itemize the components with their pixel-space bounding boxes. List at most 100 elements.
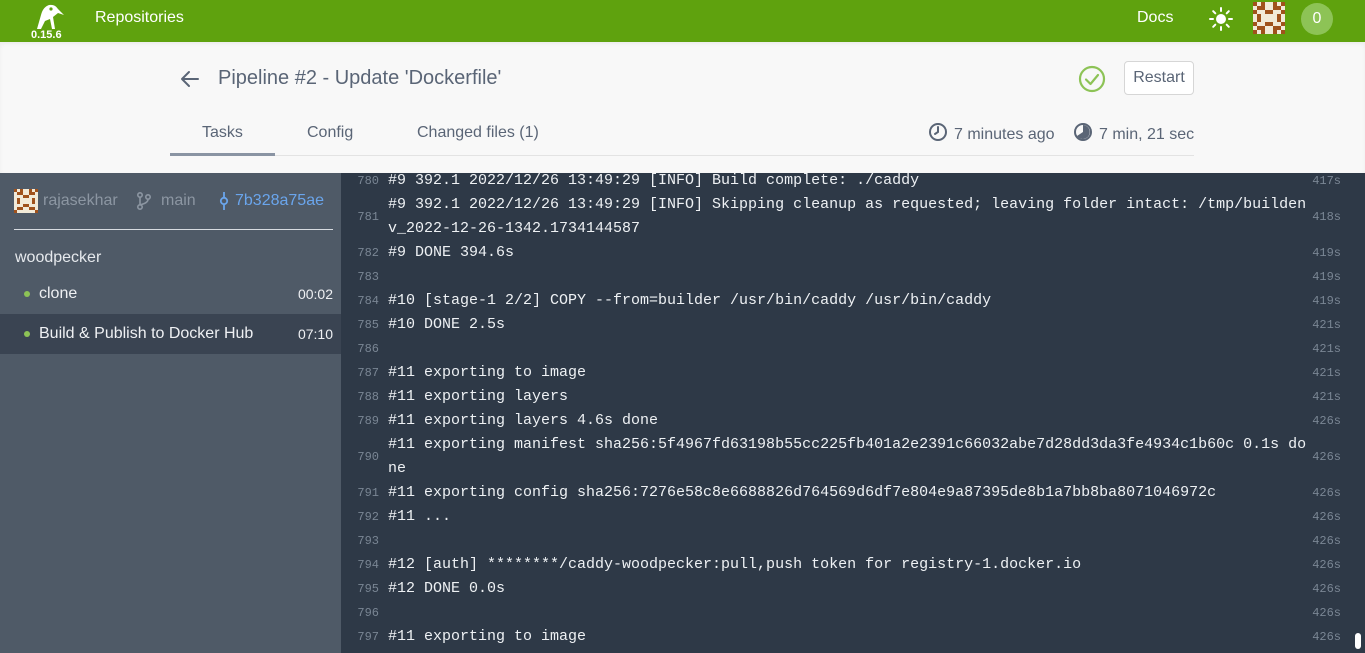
log-line: 780 #9 392.1 2022/12/26 13:49:29 [INFO] B… (341, 173, 1365, 193)
page-title: Pipeline #2 - Update 'Dockerfile' (218, 67, 502, 89)
log-line-text: #11 exporting manifest sha256:5f4967fd63… (388, 436, 1307, 477)
pipeline-duration: 7 min, 21 sec (1073, 122, 1194, 144)
log-scrollbar[interactable] (1355, 633, 1361, 649)
log-line: 798#11 exporting config sha256:7276e58c8… (341, 649, 1365, 653)
log-line-number[interactable]: 796 (341, 606, 379, 620)
step-log-output[interactable]: 780 #9 392.1 2022/12/26 13:49:29 [INFO] B… (341, 173, 1365, 653)
step-build-publish[interactable]: Build & Publish to Docker Hub 07:10 (0, 314, 341, 354)
log-line: 785 #10 DONE 2.5s 421s (341, 313, 1365, 337)
version-label: 0.15.6 (31, 29, 62, 41)
log-line-number[interactable]: 781 (341, 210, 379, 224)
tab-changed-files[interactable]: Changed files (1) (417, 124, 539, 142)
log-line-time: 418s (1312, 210, 1341, 224)
log-line-number[interactable]: 788 (341, 390, 379, 404)
created-time-text: 7 minutes ago (954, 126, 1055, 143)
log-line-number[interactable]: 780 (341, 174, 379, 188)
nav-repositories-link[interactable]: Repositories (95, 9, 184, 27)
branch-icon (136, 191, 152, 211)
commit-icon (219, 192, 229, 210)
log-line-text: #11 exporting to image (388, 628, 587, 645)
log-line-number[interactable]: 789 (341, 414, 379, 428)
back-arrow-icon[interactable] (178, 67, 202, 91)
log-line-number[interactable]: 791 (341, 486, 379, 500)
nav-docs-link[interactable]: Docs (1137, 9, 1173, 27)
author-avatar (14, 189, 38, 213)
log-line-time: 426s (1312, 510, 1341, 524)
log-line: 788 #11 exporting layers 421s (341, 385, 1365, 409)
clock-icon (929, 123, 947, 141)
running-pipelines-badge[interactable]: 0 (1301, 3, 1333, 35)
log-line-text: #11 exporting to image (388, 364, 587, 381)
step-duration: 07:10 (297, 326, 333, 342)
log-line-number[interactable]: 785 (341, 318, 379, 332)
log-line-number[interactable]: 786 (341, 342, 379, 356)
log-line: 790 #11 exporting manifest sha256:5f4967f… (341, 433, 1365, 481)
tab-config[interactable]: Config (307, 124, 353, 142)
created-time: 7 minutes ago (928, 122, 1055, 144)
log-line-number[interactable]: 782 (341, 246, 379, 260)
restart-button[interactable]: Restart (1124, 61, 1194, 95)
pipeline-duration-text: 7 min, 21 sec (1099, 126, 1195, 143)
step-status-dot (24, 291, 30, 297)
pipeline-header: Pipeline #2 - Update 'Dockerfile' Restar… (0, 42, 1365, 173)
log-line: 784 #10 [stage-1 2/2] COPY --from=builder… (341, 289, 1365, 313)
log-line-text: #11 exporting config sha256:7276e58c8e66… (388, 649, 1308, 653)
log-line-time: 419s (1312, 294, 1341, 308)
log-line-time: 421s (1312, 390, 1341, 404)
commit-info: rajasekhar main 7b328a75ae (14, 187, 334, 213)
log-line: 791 #11 exporting config sha256:7276e58c8… (341, 481, 1365, 505)
sun-icon[interactable] (1209, 7, 1233, 31)
sidebar-divider (14, 229, 333, 230)
log-line-time: 417s (1312, 174, 1341, 188)
log-line: 783 419s (341, 265, 1365, 289)
log-line-number[interactable]: 787 (341, 366, 379, 380)
step-name: clone (39, 285, 78, 302)
log-line: 787 #11 exporting to image 421s (341, 361, 1365, 385)
log-line-time: 421s (1312, 342, 1341, 356)
commit-author: rajasekhar (43, 192, 118, 209)
log-line-time: 421s (1312, 318, 1341, 332)
log-line-text: #10 [stage-1 2/2] COPY --from=builder /u… (388, 292, 992, 309)
steps-sidebar: rajasekhar main 7b328a75ae woodpecker cl… (0, 173, 341, 653)
log-line-time: 426s (1312, 534, 1341, 548)
log-line-text: #9 DONE 394.6s (388, 244, 515, 261)
user-avatar[interactable] (1253, 2, 1285, 34)
log-line-time: 426s (1312, 630, 1341, 644)
log-line-number[interactable]: 797 (341, 630, 379, 644)
woodpecker-icon (37, 4, 64, 30)
log-line-time: 419s (1312, 270, 1341, 284)
log-line-number[interactable]: 795 (341, 582, 379, 596)
log-line: 786 421s (341, 337, 1365, 361)
log-line-number[interactable]: 790 (341, 450, 379, 464)
top-nav: 0.15.6 Repositories Docs 0 (0, 0, 1365, 42)
log-line-number[interactable]: 783 (341, 270, 379, 284)
step-duration: 00:02 (297, 286, 333, 302)
log-line: 794 #12 [auth] ********/caddy-woodpecker:… (341, 553, 1365, 577)
success-status-icon (1078, 65, 1106, 93)
log-line-text: #11 exporting config sha256:7276e58c8e66… (388, 484, 1217, 501)
log-line-time: 426s (1312, 582, 1341, 596)
log-line-number[interactable]: 784 (341, 294, 379, 308)
log-line: 797 #11 exporting to image 426s (341, 625, 1365, 649)
tabs-divider (170, 155, 1194, 156)
woodpecker-logo[interactable]: 0.15.6 (28, 0, 68, 42)
log-line-text: #9 392.1 2022/12/26 13:49:29 [INFO] Buil… (388, 173, 920, 189)
commit-branch: main (161, 192, 196, 209)
log-line-time: 426s (1312, 486, 1341, 500)
log-line-time: 426s (1312, 606, 1341, 620)
log-line-number[interactable]: 794 (341, 558, 379, 572)
log-line-number[interactable]: 793 (341, 534, 379, 548)
log-line: 796 426s (341, 601, 1365, 625)
log-line-time: 421s (1312, 366, 1341, 380)
log-line-text: #11 ... (388, 508, 452, 525)
timer-icon (1074, 123, 1092, 141)
log-line-time: 426s (1312, 414, 1341, 428)
log-line-number[interactable]: 792 (341, 510, 379, 524)
log-line-time: 426s (1312, 558, 1341, 572)
log-line-text: #12 [auth] ********/caddy-woodpecker:pul… (388, 556, 1082, 573)
step-clone[interactable]: clone 00:02 (0, 274, 341, 314)
log-line: 782 #9 DONE 394.6s 419s (341, 241, 1365, 265)
workflow-name: woodpecker (15, 249, 102, 266)
tab-tasks[interactable]: Tasks (202, 124, 243, 142)
commit-sha-link[interactable]: 7b328a75ae (235, 192, 324, 210)
